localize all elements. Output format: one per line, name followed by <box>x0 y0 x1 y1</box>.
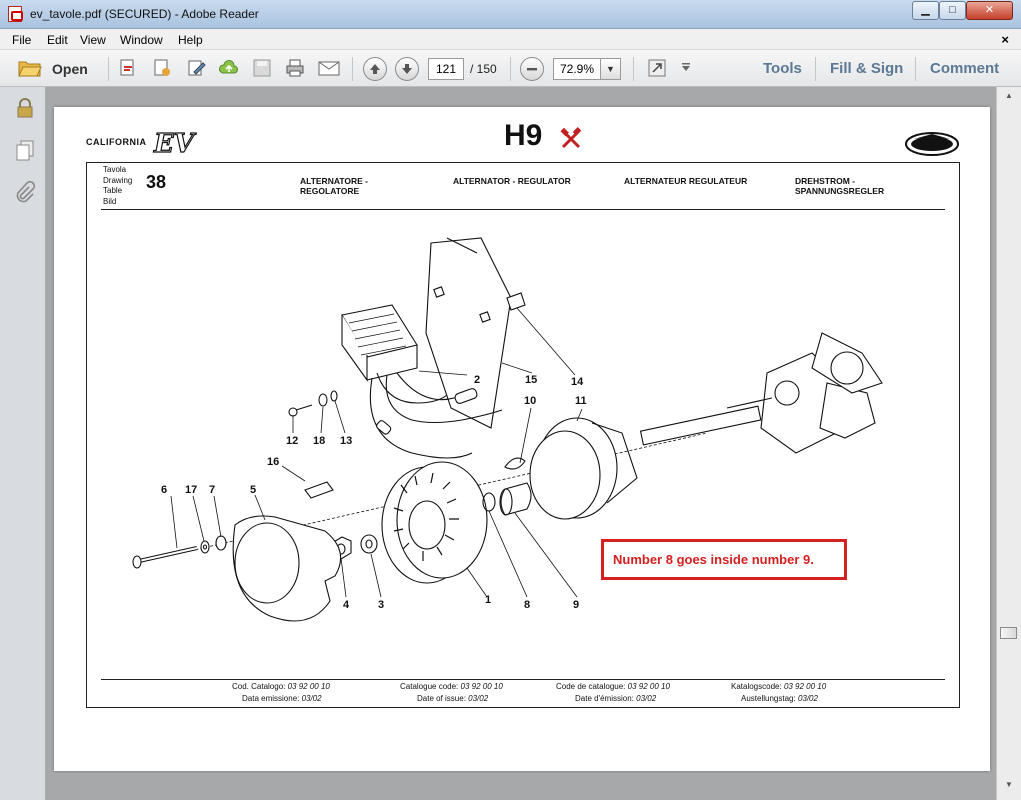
open-button-label[interactable]: Open <box>52 61 88 77</box>
scroll-up-icon[interactable]: ▲ <box>1001 91 1017 105</box>
toolbar-separator <box>352 57 353 81</box>
window-title: ev_tavole.pdf (SECURED) - Adobe Reader <box>30 7 259 21</box>
annotation-callout: Number 8 goes inside number 9. <box>601 539 847 580</box>
footer-fr: Code de catalogue: 03 92 00 10 <box>556 682 670 691</box>
drawing-sheet: Tavola Drawing Table Bild 38 ALTERNATORE… <box>86 162 960 708</box>
menu-edit[interactable]: Edit <box>47 33 68 47</box>
page-number-input[interactable]: 121 <box>428 58 464 80</box>
scroll-thumb[interactable] <box>1000 627 1017 639</box>
part-number-13: 13 <box>340 435 352 447</box>
brand-text: CALIFORNIA <box>86 137 147 147</box>
fullscreen-icon[interactable] <box>647 58 667 78</box>
toolbar-separator <box>510 57 511 81</box>
toolbar-separator <box>915 57 916 81</box>
create-pdf-icon[interactable] <box>118 58 138 78</box>
pdf-app-icon <box>8 6 23 22</box>
footer-it-issue: Data emissione: 03/02 <box>242 694 322 703</box>
toolbar-separator <box>815 57 816 81</box>
scroll-down-icon[interactable]: ▼ <box>1001 780 1017 794</box>
close-document-button[interactable]: × <box>1001 32 1009 47</box>
page-total: / 150 <box>470 62 497 76</box>
footer-de: Katalogscode: 03 92 00 10 <box>731 682 827 691</box>
page-code: H9 <box>504 119 543 152</box>
export-pdf-icon[interactable] <box>152 58 172 78</box>
part-number-15: 15 <box>525 374 537 386</box>
footer-de-issue: Austellungstag: 03/02 <box>741 694 818 703</box>
maximize-button[interactable]: □ <box>939 1 966 20</box>
open-folder-icon[interactable] <box>18 58 42 78</box>
toolbar-separator <box>633 57 634 81</box>
toolbar-overflow-icon[interactable] <box>680 58 692 78</box>
zoom-dropdown-icon[interactable]: ▼ <box>601 58 621 80</box>
print-icon[interactable] <box>285 58 305 78</box>
footer-it: Cod. Catalogo: 03 92 00 10 <box>232 682 330 691</box>
annotation-text: Number 8 goes inside number 9. <box>613 552 814 567</box>
comment-link[interactable]: Comment <box>930 60 999 77</box>
part-number-9: 9 <box>573 599 579 611</box>
edit-icon[interactable] <box>186 58 206 78</box>
part-number-6: 6 <box>161 484 167 496</box>
zoom-out-icon[interactable] <box>520 57 544 81</box>
part-number-8: 8 <box>524 599 530 611</box>
menu-window[interactable]: Window <box>120 33 163 47</box>
title-bar: ev_tavole.pdf (SECURED) - Adobe Reader ▁… <box>0 0 1021 29</box>
lock-icon[interactable] <box>14 97 36 119</box>
next-page-icon[interactable] <box>395 57 419 81</box>
pages-icon[interactable] <box>14 139 36 161</box>
part-number-18: 18 <box>313 435 325 447</box>
part-number-7: 7 <box>209 484 215 496</box>
tools-link[interactable]: Tools <box>763 60 802 77</box>
footer-fr-issue: Date d'émission: 03/02 <box>575 694 657 703</box>
fill-sign-link[interactable]: Fill & Sign <box>830 60 903 77</box>
footer-en: Catalogue code: 03 92 00 10 <box>400 682 503 691</box>
save-icon[interactable] <box>252 58 272 78</box>
email-icon[interactable] <box>318 58 340 78</box>
close-button[interactable]: ✕ <box>966 1 1013 20</box>
menu-file[interactable]: File <box>12 33 31 47</box>
exploded-parts-drawing: 1 2 3 4 5 6 7 8 9 10 11 12 13 14 15 16 1… <box>132 237 883 622</box>
tools-crossed-icon <box>560 127 582 149</box>
part-number-12: 12 <box>286 435 298 447</box>
prev-page-icon[interactable] <box>363 57 387 81</box>
crankshaft <box>639 332 883 454</box>
part-number-4: 4 <box>343 599 350 611</box>
brand-ev-logo: EV <box>153 128 194 159</box>
part-number-14: 14 <box>571 376 584 388</box>
pdf-page: CALIFORNIA EV H9 Tavola Drawing Table Bi… <box>54 107 990 771</box>
toolbar-separator <box>108 57 109 81</box>
footer-en-issue: Date of issue: 03/02 <box>417 694 489 703</box>
attachment-icon[interactable] <box>14 181 36 203</box>
navigation-pane <box>0 87 46 800</box>
part-number-1: 1 <box>485 594 491 606</box>
minimize-button[interactable]: ▁ <box>912 1 939 20</box>
part-number-17: 17 <box>185 484 197 496</box>
moto-guzzi-logo <box>905 132 959 156</box>
part-number-3: 3 <box>378 599 384 611</box>
menu-help[interactable]: Help <box>178 33 203 47</box>
part-number-2: 2 <box>474 374 480 386</box>
zoom-input[interactable]: 72.9% <box>553 58 601 80</box>
part-number-11: 11 <box>575 395 587 407</box>
cloud-upload-icon[interactable] <box>219 58 239 78</box>
menu-bar: File Edit View Window Help × <box>0 29 1021 50</box>
vertical-scrollbar[interactable]: ▲ ▼ <box>996 87 1021 800</box>
menu-view[interactable]: View <box>80 33 106 47</box>
part-number-10: 10 <box>524 395 536 407</box>
part-number-5: 5 <box>250 484 256 496</box>
part-number-16: 16 <box>267 456 279 468</box>
footer-divider <box>101 679 945 680</box>
